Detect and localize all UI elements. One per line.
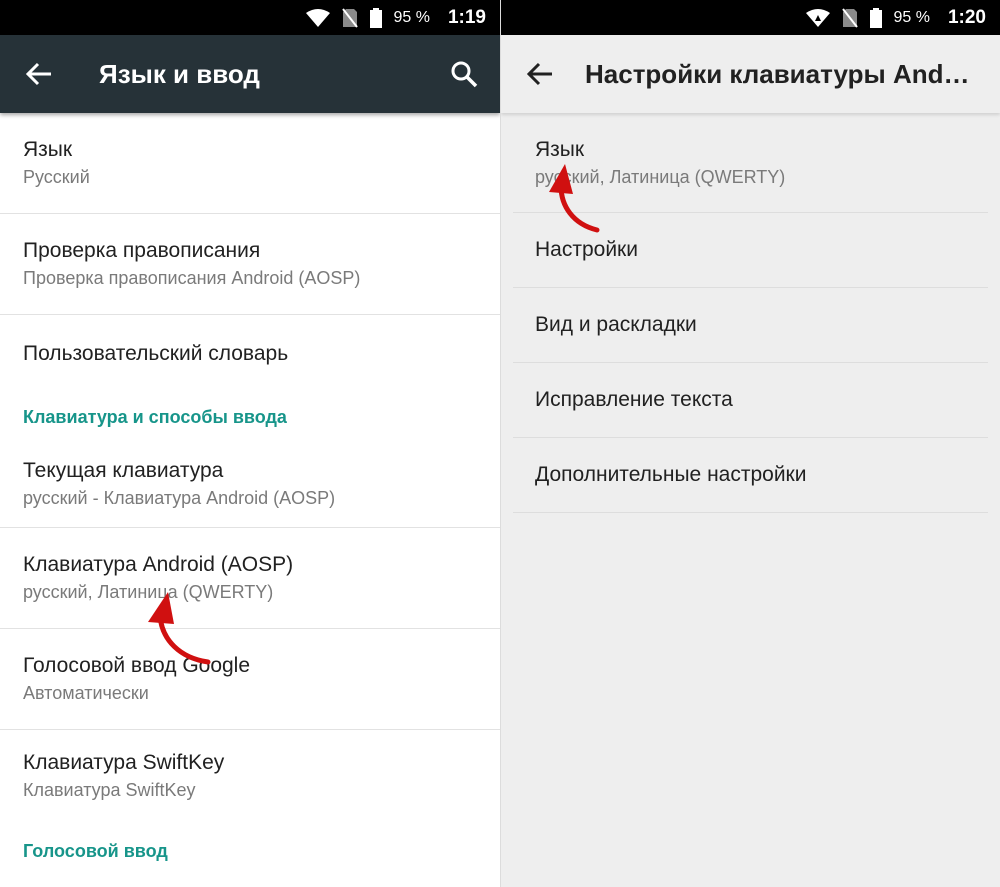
list-item-swiftkey[interactable]: Клавиатура SwiftKey Клавиатура SwiftKey	[0, 730, 500, 822]
list-item-current-keyboard[interactable]: Текущая клавиатура русский - Клавиатура …	[0, 441, 500, 528]
item-title: Язык	[535, 137, 585, 161]
battery-icon	[369, 7, 382, 28]
category-header-keyboards: Клавиатура и способы ввода	[23, 406, 287, 427]
page-title: Язык и ввод	[99, 58, 260, 89]
item-title: Пользовательский словарь	[23, 342, 289, 365]
wifi-icon	[305, 8, 330, 27]
settings-list: Язык Русский Проверка правописания Прове…	[0, 113, 500, 862]
status-bar: 95 % 1:19	[0, 0, 500, 35]
clock: 1:19	[447, 6, 486, 28]
item-title: Дополнительные настройки	[535, 463, 807, 486]
item-title: Вид и раскладки	[535, 313, 697, 336]
item-title: Настройки	[535, 238, 638, 261]
item-title: Клавиатура SwiftKey	[23, 751, 225, 774]
item-subtitle: Клавиатура SwiftKey	[23, 780, 196, 800]
list-item-language[interactable]: Язык русский, Латиница (QWERTY)	[513, 113, 988, 213]
item-subtitle: Автоматически	[23, 683, 149, 703]
app-bar: Язык и ввод	[0, 35, 500, 113]
item-title: Исправление текста	[535, 388, 733, 411]
list-item-settings[interactable]: Настройки	[513, 213, 988, 288]
list-item-text-correction[interactable]: Исправление текста	[513, 363, 988, 438]
item-subtitle: Русский	[23, 167, 90, 187]
page-title: Настройки клавиатуры And…	[585, 58, 970, 89]
back-arrow-icon[interactable]	[526, 60, 554, 88]
list-item-advanced-settings[interactable]: Дополнительные настройки	[513, 438, 988, 513]
item-title: Текущая клавиатура	[23, 459, 224, 482]
left-screen: 95 % 1:19 Язык и ввод Язык Русский Прове…	[0, 0, 500, 887]
list-item-language[interactable]: Язык Русский	[0, 113, 500, 214]
category-header-voice: Голосовой ввод	[23, 841, 168, 861]
item-title: Проверка правописания	[23, 239, 261, 262]
item-subtitle: русский, Латиница (QWERTY)	[535, 166, 786, 187]
no-sim-icon	[841, 7, 858, 28]
battery-percent: 95 %	[393, 8, 430, 26]
battery-icon	[869, 7, 882, 28]
list-item-google-voice[interactable]: Голосовой ввод Google Автоматически	[0, 629, 500, 730]
clock: 1:20	[947, 6, 986, 28]
item-subtitle: Проверка правописания Android (AOSP)	[23, 268, 361, 288]
list-item-spellcheck[interactable]: Проверка правописания Проверка правописа…	[0, 214, 500, 315]
list-item-appearance-layouts[interactable]: Вид и раскладки	[513, 288, 988, 363]
wifi-icon	[805, 8, 830, 27]
list-item-android-keyboard[interactable]: Клавиатура Android (AOSP) русский, Латин…	[0, 528, 500, 629]
status-bar: 95 % 1:20	[501, 0, 1000, 35]
item-subtitle: русский, Латиница (QWERTY)	[23, 582, 274, 602]
list-item-user-dictionary[interactable]: Пользовательский словарь	[0, 315, 500, 393]
settings-list: Язык русский, Латиница (QWERTY) Настройк…	[501, 113, 1000, 513]
item-subtitle: русский - Клавиатура Android (AOSP)	[23, 488, 336, 508]
search-icon[interactable]	[450, 60, 478, 88]
item-title: Голосовой ввод Google	[23, 654, 251, 677]
battery-percent: 95 %	[893, 8, 930, 26]
no-sim-icon	[341, 7, 358, 28]
app-bar: Настройки клавиатуры And…	[501, 35, 1000, 113]
right-screen: 95 % 1:20 Настройки клавиатуры And… Язык…	[500, 0, 1000, 887]
item-title: Язык	[23, 138, 73, 161]
item-title: Клавиатура Android (AOSP)	[23, 553, 294, 576]
back-arrow-icon[interactable]	[25, 60, 53, 88]
